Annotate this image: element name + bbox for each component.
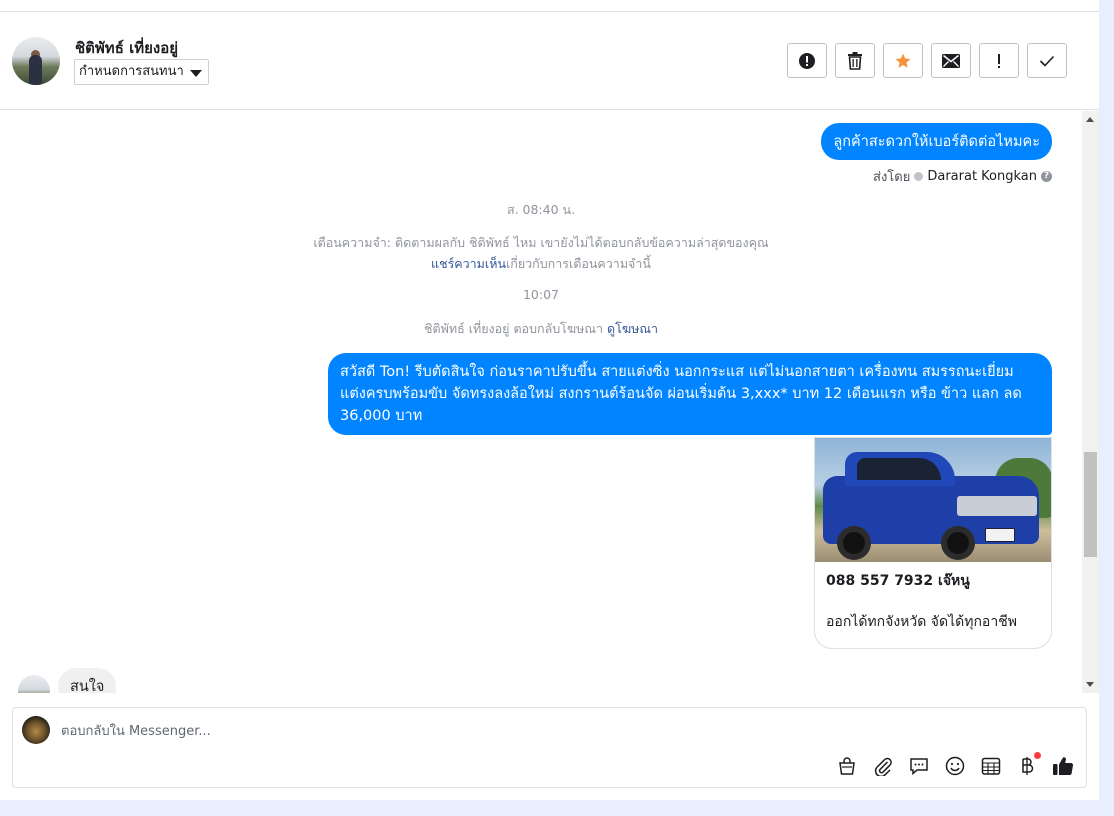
assign-conversation-dropdown[interactable]: กำหนดการสนทนา <box>74 59 209 85</box>
trash-icon <box>848 51 862 70</box>
timestamp: 10:07 <box>522 287 560 302</box>
ad-card-title: 088 557 7932 เจ๊หนู <box>826 573 970 589</box>
message-composer <box>12 707 1087 788</box>
conversation-header: ชิติพัทธ์ เที่ยงอยู่ กำหนดการสนทนา <box>0 12 1099 110</box>
scroll-down-arrow-icon[interactable] <box>1086 682 1094 687</box>
saved-reply-button[interactable] <box>907 754 930 777</box>
reminder-feedback-text: เกี่ยวกับการเตือนความจำนี้ <box>505 256 651 271</box>
image-truck-plate <box>985 528 1015 542</box>
contact-avatar-small[interactable] <box>18 675 50 693</box>
caret-down-icon <box>189 70 202 77</box>
outgoing-message[interactable]: ลูกค้าสะดวกให้เบอร์ติดต่อไหมคะ <box>821 123 1052 160</box>
shop-button[interactable] <box>835 754 858 777</box>
image-truck-wheel <box>837 526 871 560</box>
contact-avatar[interactable] <box>12 37 60 85</box>
emoji-button[interactable] <box>943 754 966 777</box>
follow-up-button[interactable] <box>979 43 1019 78</box>
emoji-icon <box>945 756 964 775</box>
payment-button[interactable] <box>1015 752 1041 777</box>
assign-conversation-label: กำหนดการสนทนา <box>79 64 184 79</box>
exclamation-icon <box>998 53 1000 68</box>
saved-reply-icon <box>909 757 928 775</box>
help-icon[interactable]: ? <box>1041 171 1052 182</box>
sent-by-info: ส่งโดย Dararat Kongkan ? <box>873 166 1052 187</box>
reminder-feedback: แชร์ความเห็นเกี่ยวกับการเตือนความจำนี้ <box>0 254 1082 274</box>
image-truck-grille <box>957 496 1037 516</box>
inbox-panel: ชิติพัทธ์ เที่ยงอยู่ กำหนดการสนทนา ลูกค้… <box>0 0 1099 800</box>
shopping-bag-icon <box>838 756 855 775</box>
image-truck-window <box>857 458 941 480</box>
like-button[interactable] <box>1051 754 1074 777</box>
thumbs-up-icon <box>1052 756 1073 775</box>
ad-reply-notice: ชิติพัทธ์ เที่ยงอยู่ ตอบกลับโฆษณา ดูโฆษณ… <box>0 319 1082 339</box>
outgoing-message[interactable]: สวัสดี Ton! รีบตัดสินใจ ก่อนราคาปรับขึ้น… <box>328 353 1052 435</box>
baht-icon <box>1021 756 1033 775</box>
appointment-button[interactable] <box>979 754 1002 777</box>
sent-by-name: Dararat Kongkan <box>927 169 1037 184</box>
alert-circle-icon <box>799 52 815 69</box>
share-feedback-link[interactable]: แชร์ความเห็น <box>431 256 506 271</box>
composer-tools <box>835 752 1074 777</box>
thread-scrollbar[interactable] <box>1082 111 1099 693</box>
notification-dot <box>1034 752 1041 759</box>
reply-input[interactable] <box>61 722 761 740</box>
incoming-message[interactable]: สนใจ <box>58 668 117 693</box>
page-avatar <box>22 716 50 744</box>
ad-reply-text: ชิติพัทธ์ เที่ยงอยู่ ตอบกลับโฆษณา <box>424 321 604 336</box>
paperclip-icon <box>874 757 892 776</box>
scrollbar-thumb[interactable] <box>1084 452 1097 557</box>
sent-by-label: ส่งโดย <box>873 170 911 185</box>
mark-unread-button[interactable] <box>931 43 971 78</box>
star-icon <box>895 53 911 68</box>
delete-button[interactable] <box>835 43 875 78</box>
header-actions <box>787 43 1067 78</box>
admin-dot-icon <box>914 172 924 181</box>
timestamp: ส. 08:40 น. <box>506 202 576 217</box>
message-thread[interactable]: ลูกค้าสะดวกให้เบอร์ติดต่อไหมคะ ส่งโดย Da… <box>0 111 1082 693</box>
ad-image[interactable] <box>815 438 1051 562</box>
attach-button[interactable] <box>871 754 894 777</box>
envelope-icon <box>942 53 960 68</box>
avatar-person <box>29 55 42 85</box>
image-truck-wheel <box>941 526 975 560</box>
ad-card-subtitle: ออกได้ทกจังหวัด จัดได้ทุกอาชีพ <box>826 614 1017 630</box>
reminder-text: เตือนความจำ: ติดตามผลกับ ชิติพัทธ์ ไหม เ… <box>313 235 769 250</box>
mark-spam-button[interactable] <box>787 43 827 78</box>
mark-done-button[interactable] <box>1027 43 1067 78</box>
calendar-icon <box>981 757 1000 775</box>
contact-name[interactable]: ชิติพัทธ์ เที่ยงอยู่ <box>75 36 178 60</box>
check-icon <box>1039 55 1055 67</box>
star-button[interactable] <box>883 43 923 78</box>
view-ad-link[interactable]: ดูโฆษณา <box>607 321 658 336</box>
ad-card[interactable]: 088 557 7932 เจ๊หนู ออกได้ทกจังหวัด จัดไ… <box>814 437 1052 649</box>
scroll-up-arrow-icon[interactable] <box>1086 117 1094 122</box>
